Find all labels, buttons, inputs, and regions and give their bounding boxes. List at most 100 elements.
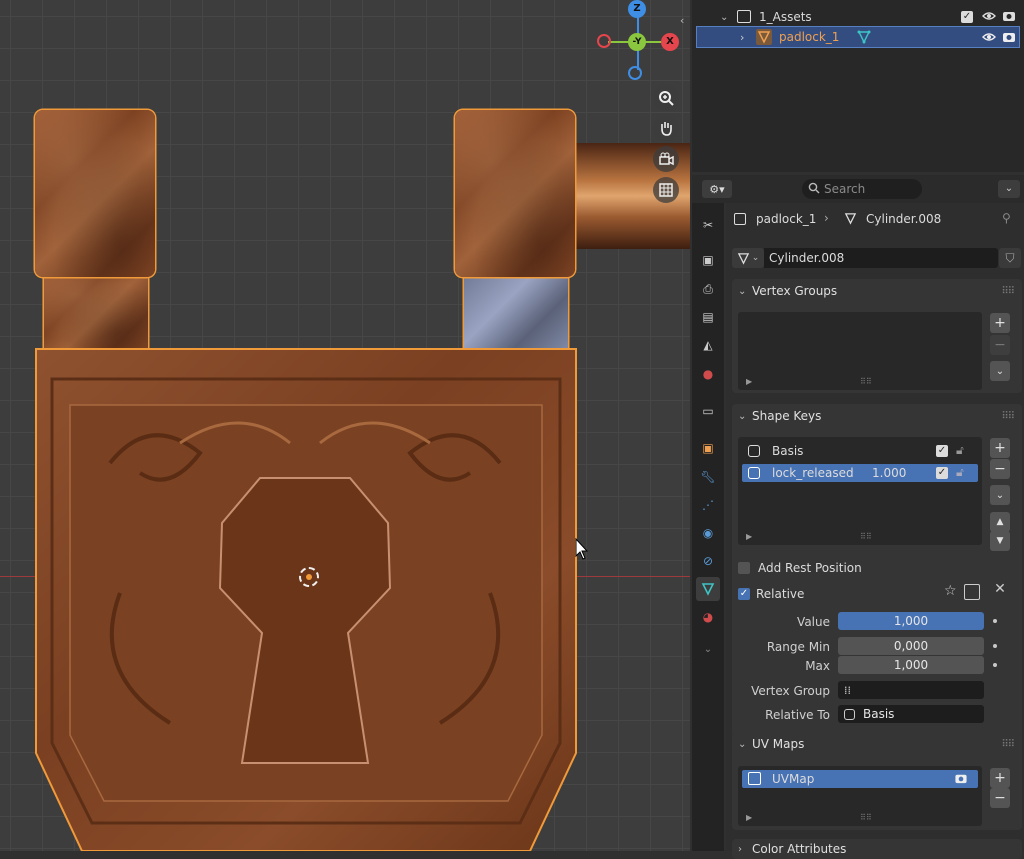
modifier-tab-icon[interactable]: 🔧︎ bbox=[696, 465, 720, 489]
mesh-data-tab-icon[interactable] bbox=[696, 577, 720, 601]
search-placeholder: Search bbox=[824, 182, 866, 196]
mesh-name-field[interactable]: Cylinder.008 bbox=[764, 248, 998, 268]
range-min-field[interactable]: 0,000 bbox=[838, 637, 984, 655]
view-layer-tab-icon[interactable]: ▤ bbox=[696, 305, 720, 329]
lock-icon[interactable]: 🔓︎ bbox=[956, 465, 964, 480]
outliner-row-padlock[interactable]: › padlock_1 bbox=[696, 26, 1020, 48]
physics-tab-icon[interactable]: ◉ bbox=[696, 521, 720, 545]
star-icon[interactable]: ☆ bbox=[944, 583, 957, 599]
add-rest-position-toggle[interactable]: Add Rest Position bbox=[738, 561, 862, 575]
neg-z-axis-ball[interactable] bbox=[628, 66, 642, 80]
fake-user-shield-icon[interactable]: ⛉ bbox=[999, 248, 1021, 268]
keyframe-dot-icon[interactable] bbox=[993, 663, 997, 667]
constraints-tab-icon[interactable]: ⊘ bbox=[696, 549, 720, 573]
render-tab-icon[interactable]: ▣ bbox=[696, 248, 720, 272]
shape-keys-list[interactable]: Basis ✓ 🔓︎ lock_released 1.000 ✓ 🔓︎ ▶ ⠿⠿ bbox=[738, 437, 982, 545]
drag-grip-icon[interactable]: ⠿⠿ bbox=[1001, 411, 1015, 422]
color-attributes-header[interactable]: › Color Attributes bbox=[732, 839, 1022, 859]
particles-tab-icon[interactable]: ⋰ bbox=[696, 493, 720, 517]
options-dropdown[interactable]: ⌄ bbox=[998, 180, 1020, 198]
zoom-icon[interactable] bbox=[653, 85, 679, 111]
x-axis-ball[interactable]: X bbox=[661, 33, 679, 51]
eye-icon[interactable] bbox=[982, 9, 996, 26]
list-filter-toggle-icon[interactable]: ▶ bbox=[746, 813, 752, 822]
shape-key-name: Basis bbox=[772, 444, 804, 458]
collection-label: 1_Assets bbox=[759, 10, 812, 24]
editor-type-dropdown[interactable]: ⚙▾ bbox=[702, 180, 732, 198]
material-tab-icon[interactable]: ◕ bbox=[696, 605, 720, 629]
shape-key-edit-mode-icon[interactable] bbox=[964, 584, 980, 600]
outliner-row-collection[interactable]: ⌄ 1_Assets ✓ bbox=[692, 7, 1024, 27]
tabs-more-chevron-icon[interactable]: ⌄ bbox=[696, 637, 720, 661]
mesh-browse-dropdown[interactable]: ⌄ bbox=[732, 248, 764, 268]
output-tab-icon[interactable]: ⎙ bbox=[696, 277, 720, 301]
scene-tab-icon[interactable]: ◭ bbox=[696, 333, 720, 357]
clear-shape-keys-icon[interactable]: ✕ bbox=[988, 581, 1012, 601]
relative-toggle[interactable]: ✓ Relative bbox=[738, 587, 804, 601]
tool-tab-icon[interactable]: ✂ bbox=[696, 213, 720, 237]
search-field[interactable]: Search bbox=[802, 179, 922, 199]
list-filter-toggle-icon[interactable]: ▶ bbox=[746, 377, 752, 386]
relative-checkbox[interactable]: ✓ bbox=[738, 588, 750, 600]
remove-vertex-group-button[interactable]: − bbox=[990, 335, 1010, 355]
sidebar-toggle-arrow[interactable]: ‹ bbox=[680, 14, 684, 27]
nav-gizmo[interactable]: Z -Y X bbox=[596, 0, 682, 86]
render-camera-icon[interactable] bbox=[954, 772, 968, 788]
exclude-checkbox[interactable]: ✓ bbox=[961, 11, 973, 23]
add-rest-position-checkbox[interactable] bbox=[738, 562, 750, 574]
list-resize-grip-icon[interactable]: ⠿⠿ bbox=[860, 377, 872, 386]
z-axis-ball[interactable]: Z bbox=[628, 0, 646, 18]
drag-grip-icon[interactable]: ⠿⠿ bbox=[1001, 739, 1015, 750]
expand-chevron-icon[interactable]: › bbox=[740, 31, 744, 44]
render-camera-icon[interactable] bbox=[1002, 9, 1016, 26]
world-tab-icon[interactable]: ● bbox=[696, 362, 720, 386]
shape-key-value[interactable]: 1.000 bbox=[872, 466, 906, 480]
list-item[interactable]: Basis ✓ 🔓︎ bbox=[742, 442, 978, 460]
shape-keys-header[interactable]: ⌄ Shape Keys ⠿⠿ bbox=[732, 404, 1022, 428]
remove-uv-map-button[interactable]: − bbox=[990, 788, 1010, 808]
pin-icon[interactable]: ⚲ bbox=[1002, 211, 1011, 225]
neg-y-axis-ball[interactable]: -Y bbox=[628, 33, 646, 51]
list-filter-toggle-icon[interactable]: ▶ bbox=[746, 532, 752, 541]
vertex-groups-header[interactable]: ⌄ Vertex Groups ⠿⠿ bbox=[732, 279, 1022, 303]
render-camera-icon[interactable] bbox=[1002, 30, 1016, 47]
keyframe-dot-icon[interactable] bbox=[993, 644, 997, 648]
collection-tab-icon[interactable]: ▭ bbox=[696, 399, 720, 423]
shape-key-specials-button[interactable]: ⌄ bbox=[990, 485, 1010, 505]
list-item[interactable]: UVMap bbox=[742, 770, 978, 788]
max-field[interactable]: 1,000 bbox=[838, 656, 984, 674]
breadcrumb-object: padlock_1 bbox=[756, 212, 817, 226]
eye-icon[interactable] bbox=[982, 30, 996, 47]
keyframe-dot-icon[interactable] bbox=[993, 619, 997, 623]
outliner[interactable]: ⌄ 1_Assets ✓ › padlock_1 bbox=[692, 0, 1024, 172]
list-resize-grip-icon[interactable]: ⠿⠿ bbox=[860, 532, 872, 541]
uv-maps-header[interactable]: ⌄ UV Maps ⠿⠿ bbox=[732, 732, 1022, 756]
move-up-button[interactable]: ▲ bbox=[990, 512, 1010, 532]
shape-key-mute-checkbox[interactable]: ✓ bbox=[936, 467, 948, 479]
add-vertex-group-button[interactable]: + bbox=[990, 313, 1010, 333]
list-resize-grip-icon[interactable]: ⠿⠿ bbox=[860, 813, 872, 822]
lock-icon[interactable]: 🔓︎ bbox=[956, 443, 964, 458]
properties-editor[interactable]: ⚙▾ Search ⌄ ✂ ▣ ⎙ ▤ ◭ ● ▭ ▣ 🔧︎ ⋰ ◉ ⊘ ◕ ⌄ bbox=[692, 175, 1024, 859]
add-shape-key-button[interactable]: + bbox=[990, 438, 1010, 458]
list-item[interactable]: lock_released 1.000 ✓ 🔓︎ bbox=[742, 464, 978, 482]
collapse-chevron-icon[interactable]: ⌄ bbox=[720, 12, 728, 23]
3d-viewport[interactable]: Z -Y X ‹ bbox=[0, 0, 690, 851]
add-uv-map-button[interactable]: + bbox=[990, 768, 1010, 788]
move-down-button[interactable]: ▼ bbox=[990, 531, 1010, 551]
hand-pan-icon[interactable] bbox=[653, 115, 679, 141]
relative-label: Relative bbox=[756, 587, 805, 601]
object-tab-icon[interactable]: ▣ bbox=[696, 436, 720, 460]
drag-grip-icon[interactable]: ⠿⠿ bbox=[1001, 286, 1015, 297]
shape-key-mute-checkbox[interactable]: ✓ bbox=[936, 445, 948, 457]
grid-view-icon[interactable] bbox=[653, 177, 679, 203]
remove-shape-key-button[interactable]: − bbox=[990, 459, 1010, 479]
relative-to-field[interactable]: Basis bbox=[838, 705, 984, 723]
vertex-group-field[interactable]: ⁞⁞ bbox=[838, 681, 984, 699]
value-slider[interactable]: 1,000 bbox=[838, 612, 984, 630]
camera-icon[interactable] bbox=[653, 146, 679, 172]
neg-x-axis-ball[interactable] bbox=[597, 34, 611, 48]
vertex-groups-list[interactable]: ▶ ⠿⠿ bbox=[738, 312, 982, 390]
uv-maps-list[interactable]: UVMap ▶ ⠿⠿ bbox=[738, 766, 982, 826]
vertex-group-specials-button[interactable]: ⌄ bbox=[990, 361, 1010, 381]
